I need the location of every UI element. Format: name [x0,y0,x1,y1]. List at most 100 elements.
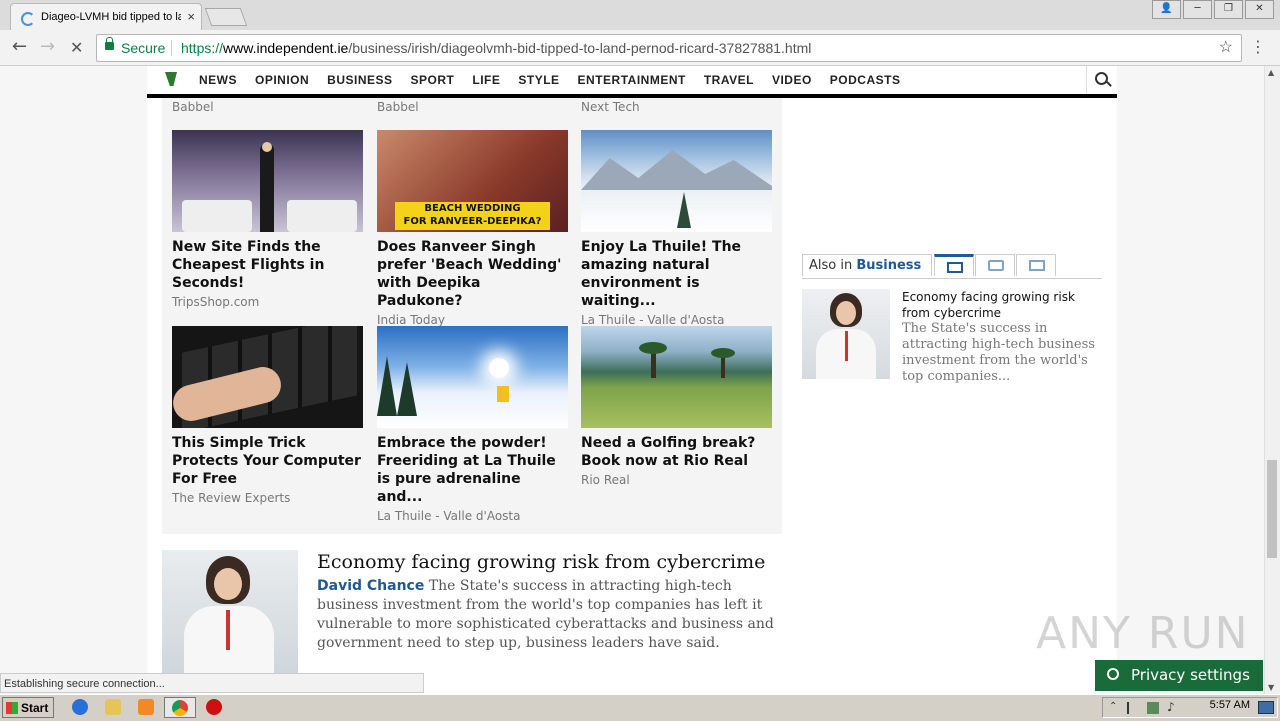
nav-life[interactable]: LIFE [472,73,500,87]
scroll-up-icon[interactable]: ▲ [1268,68,1274,77]
network-icon[interactable] [1147,702,1159,714]
tab-video-icon[interactable] [975,254,1015,276]
volume-icon[interactable]: ♪ [1167,700,1175,714]
windows-taskbar: Start ⌃ ♪ 5:57 AM [0,694,1280,721]
sponsored-card[interactable]: Need a Golfing break? Book now at Rio Re… [581,326,772,487]
nav-podcasts[interactable]: PODCASTS [830,73,901,87]
address-bar[interactable]: Secure https://www.independent.ie/busine… [96,34,1242,62]
show-desktop-icon[interactable] [1258,701,1274,714]
lock-icon [105,37,114,50]
media-player-icon[interactable] [138,699,154,715]
card-title[interactable]: Embrace the powder! Freeriding at La Thu… [377,434,568,506]
also-in-label: Also in Business [802,254,932,276]
search-icon[interactable] [1086,66,1117,94]
explorer-icon[interactable] [105,699,121,715]
browser-toolbar: ← → ✕ Secure https://www.independent.ie/… [0,30,1280,66]
sponsored-card[interactable]: New Site Finds the Cheapest Flights in S… [172,130,363,309]
chrome-icon [172,700,188,716]
nav-video[interactable]: VIDEO [772,73,812,87]
nav-news[interactable]: NEWS [199,73,237,87]
tray-expand-icon[interactable]: ⌃ [1109,701,1117,712]
sidebar-story-body: The State's success in attracting high-t… [902,321,1095,384]
card-title[interactable]: New Site Finds the Cheapest Flights in S… [172,238,363,292]
site-logo-icon[interactable] [165,72,177,86]
page-scrollbar[interactable]: ▲ ▼ [1264,66,1280,694]
teaser-title[interactable]: Economy facing growing risk from cybercr… [317,551,765,573]
status-bar: Establishing secure connection... [0,673,424,693]
card-source: Rio Real [581,473,630,487]
scrollbar-thumb[interactable] [1267,460,1277,558]
card-thumbnail [377,326,568,428]
opera-icon[interactable] [206,699,222,715]
taskbar-clock[interactable]: 5:57 AM [1210,699,1250,711]
card-source: India Today [377,313,445,327]
secure-label: Secure [121,40,166,56]
card-source: Next Tech [581,100,640,114]
browser-menu-icon[interactable]: ⋮ [1250,37,1266,56]
windows-logo-icon [6,702,18,714]
nav-style[interactable]: STYLE [518,73,559,87]
thumbnail-overlay-text: BEACH WEDDING [424,203,521,214]
stop-button[interactable]: ✕ [70,38,83,57]
minimize-button[interactable]: ─ [1183,0,1212,19]
restore-button[interactable]: ❐ [1214,0,1243,19]
card-source: La Thuile - Valle d'Aosta [581,313,725,327]
privacy-settings-button[interactable]: Privacy settings [1095,660,1263,691]
sidebar-story-title[interactable]: Economy facing growing risk from cybercr… [902,289,1102,321]
card-thumbnail [172,130,363,232]
forward-button[interactable]: → [40,36,55,57]
page-viewport: NEWS OPINION BUSINESS SPORT LIFE STYLE E… [0,66,1265,694]
browser-tab[interactable]: Diageo-LVMH bid tipped to land × [10,3,202,31]
system-tray: ⌃ ♪ [1102,697,1278,718]
sponsored-card[interactable]: BEACH WEDDING FOR RANVEER-DEEPIKA? Does … [377,130,568,327]
nav-opinion[interactable]: OPINION [255,73,309,87]
nav-sport[interactable]: SPORT [411,73,455,87]
card-thumbnail [172,326,363,428]
watermark: ANY RUN [1036,608,1250,659]
chrome-task-button[interactable] [164,697,196,718]
nav-business[interactable]: BUSINESS [327,73,392,87]
scroll-down-icon[interactable]: ▼ [1268,683,1274,692]
card-source: TripsShop.com [172,295,260,309]
sponsored-grid: Babbel Babbel Next Tech New Site Finds t… [162,98,782,534]
sponsored-card[interactable]: This Simple Trick Protects Your Computer… [172,326,363,505]
card-source: Babbel [377,100,419,114]
tab-title: Diageo-LVMH bid tipped to land [41,11,181,23]
tab-gallery-icon[interactable] [1016,254,1056,276]
nav-entertainment[interactable]: ENTERTAINMENT [578,73,686,87]
flag-icon[interactable] [1127,702,1139,714]
loading-spinner-icon [21,12,35,26]
also-in-header: Also in Business [802,254,1102,279]
gear-icon [1107,668,1119,680]
tab-articles-icon[interactable] [934,254,974,276]
sidebar-story-image[interactable] [802,289,890,379]
url-text: https://www.independent.ie/business/iris… [181,40,812,56]
card-thumbnail [581,326,772,428]
thumbnail-overlay-text: FOR RANVEER-DEEPIKA? [403,216,542,227]
site-nav: NEWS OPINION BUSINESS SPORT LIFE STYLE E… [147,66,1117,98]
ie-icon[interactable] [72,699,88,715]
card-source: The Review Experts [172,491,291,505]
card-title[interactable]: This Simple Trick Protects Your Computer… [172,434,363,488]
nav-travel[interactable]: TRAVEL [704,73,754,87]
start-button[interactable]: Start [2,697,54,718]
card-source: Babbel [172,100,214,114]
window-controls: 👤 ─ ❐ ✕ [1150,0,1274,19]
card-title[interactable]: Enjoy La Thuile! The amazing natural env… [581,238,772,310]
card-thumbnail [581,130,772,232]
privacy-settings-label: Privacy settings [1131,666,1250,684]
close-window-button[interactable]: ✕ [1245,0,1274,19]
author-link[interactable]: David Chance [317,578,424,594]
sponsored-card[interactable]: Enjoy La Thuile! The amazing natural env… [581,130,772,327]
card-title[interactable]: Need a Golfing break? Book now at Rio Re… [581,434,772,470]
tab-close-icon[interactable]: × [187,9,195,24]
back-button[interactable]: ← [12,36,27,57]
sponsored-card[interactable]: Embrace the powder! Freeriding at La Thu… [377,326,568,523]
profile-icon[interactable]: 👤 [1152,0,1181,19]
card-title[interactable]: Does Ranveer Singh prefer 'Beach Wedding… [377,238,568,310]
tab-strip: Diageo-LVMH bid tipped to land × 👤 ─ ❐ ✕ [0,0,1280,31]
teaser-image[interactable] [162,550,298,674]
card-thumbnail: BEACH WEDDING FOR RANVEER-DEEPIKA? [377,130,568,232]
new-tab-button[interactable] [204,8,248,26]
bookmark-star-icon[interactable]: ☆ [1219,35,1233,61]
